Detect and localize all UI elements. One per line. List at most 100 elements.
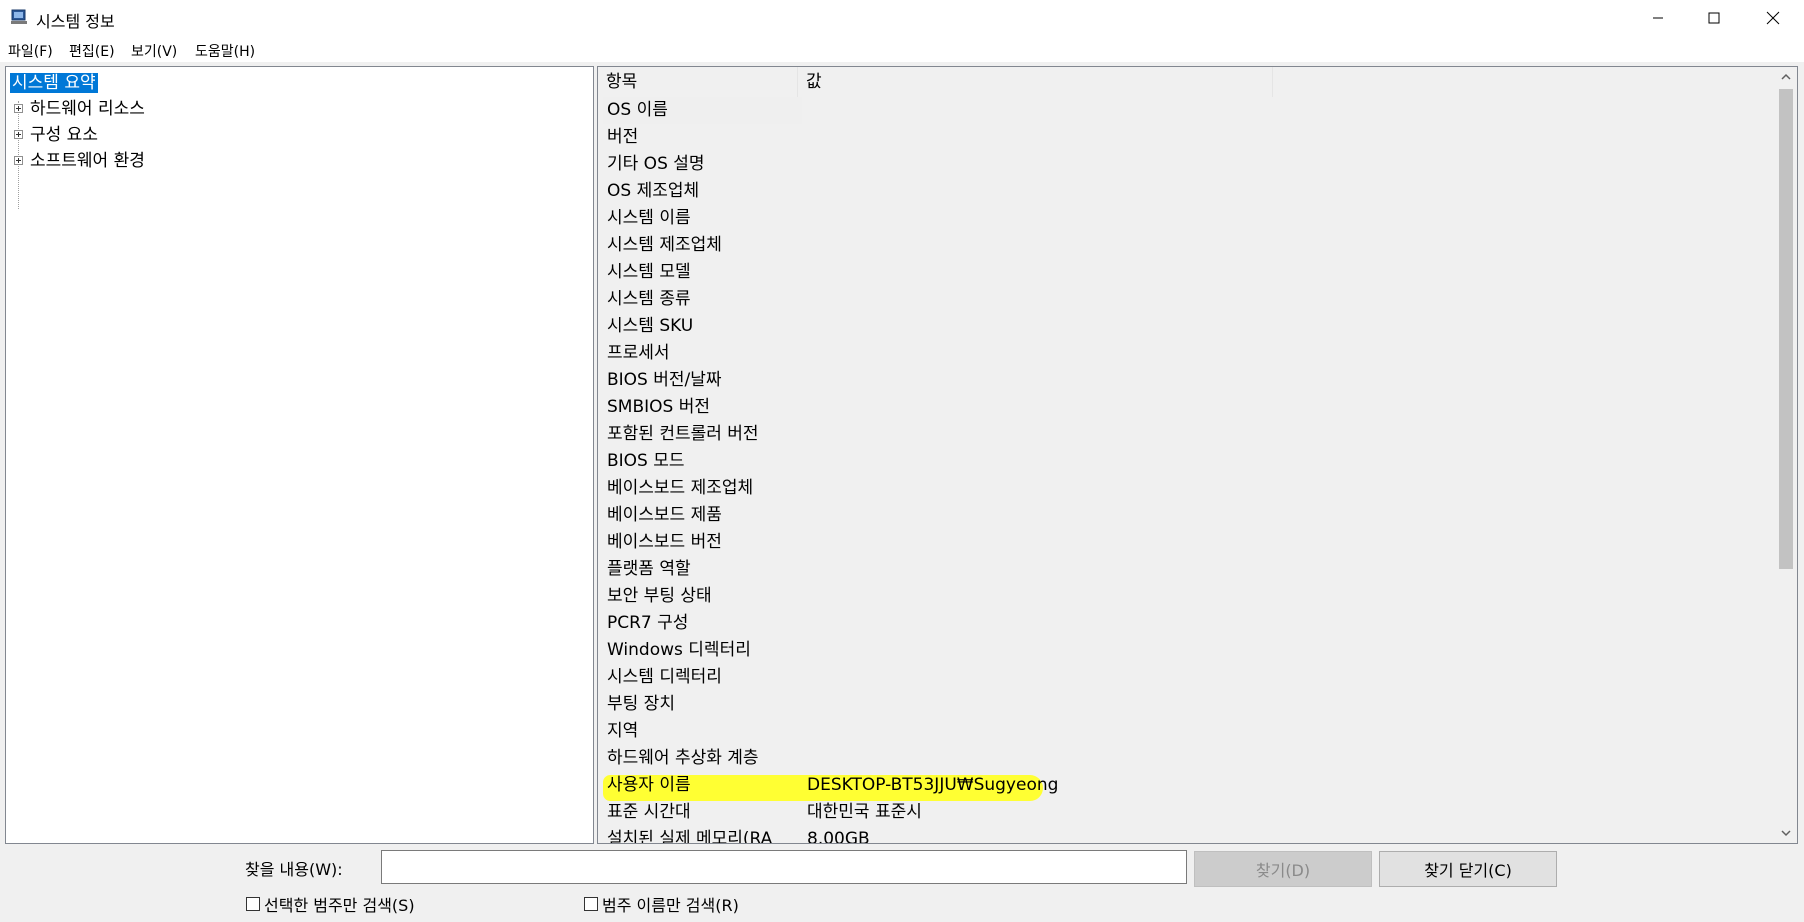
row-key: 베이스보드 제조업체	[607, 478, 754, 498]
checkbox-category-names-only[interactable]: 범주 이름만 검색(R)	[584, 892, 739, 916]
find-button[interactable]: 찾기(D)	[1194, 851, 1372, 887]
row-key: PCR7 구성	[607, 613, 689, 633]
row-key: 프로세서	[607, 343, 670, 363]
close-find-button[interactable]: 찾기 닫기(C)	[1379, 851, 1557, 887]
row-key: 시스템 이름	[607, 208, 691, 228]
row-value: DESKTOP-BT53JJU₩Sugyeong	[807, 775, 1059, 795]
tree-item-software-environment[interactable]: 소프트웨어 환경	[6, 149, 145, 173]
category-tree[interactable]: 시스템 요약 하드웨어 리소스 구성 요소 소프트웨어 환경	[5, 66, 594, 844]
menu-help[interactable]: 도움말(H)	[195, 41, 255, 61]
table-row[interactable]: 시스템 모델	[598, 259, 1776, 286]
column-header-item[interactable]: 항목	[598, 67, 798, 97]
table-row[interactable]: BIOS 버전/날짜	[598, 367, 1776, 394]
menu-edit[interactable]: 편집(E)	[69, 41, 115, 61]
row-key: 플랫폼 역할	[607, 559, 691, 579]
row-key: 사용자 이름	[607, 775, 691, 795]
find-bar: 찾을 내용(W): 찾기(D) 찾기 닫기(C) 선택한 범주만 검색(S) 범…	[0, 848, 1804, 922]
close-button[interactable]	[1744, 0, 1802, 36]
row-key: Windows 디렉터리	[607, 640, 751, 660]
table-row[interactable]: Windows 디렉터리	[598, 637, 1776, 664]
table-row[interactable]: 기타 OS 설명	[598, 151, 1776, 178]
table-row[interactable]: 플랫폼 역할	[598, 556, 1776, 583]
find-input[interactable]	[381, 850, 1187, 884]
row-value: 8.00GB	[807, 829, 870, 844]
table-row[interactable]: SMBIOS 버전	[598, 394, 1776, 421]
row-key: 포함된 컨트롤러 버전	[607, 424, 759, 444]
table-row[interactable]: 부팅 장치	[598, 691, 1776, 718]
menu-view[interactable]: 보기(V)	[131, 41, 177, 61]
tree-item-hardware-resources[interactable]: 하드웨어 리소스	[6, 97, 145, 121]
table-row[interactable]: 표준 시간대 대한민국 표준시	[598, 799, 1776, 826]
row-key: 시스템 SKU	[607, 316, 694, 336]
tree-item-components[interactable]: 구성 요소	[6, 123, 98, 147]
table-row[interactable]: 사용자 이름 DESKTOP-BT53JJU₩Sugyeong	[598, 772, 1776, 799]
table-row[interactable]: 시스템 이름	[598, 205, 1776, 232]
row-key: 시스템 모델	[607, 262, 691, 282]
vertical-scrollbar[interactable]	[1775, 67, 1797, 843]
table-row[interactable]: PCR7 구성	[598, 610, 1776, 637]
row-key: 베이스보드 버전	[607, 532, 722, 552]
row-key: 버전	[607, 127, 639, 147]
table-row[interactable]: 시스템 디렉터리	[598, 664, 1776, 691]
expand-icon[interactable]	[14, 130, 23, 139]
checkbox-label: 선택한 범주만 검색(S)	[264, 896, 415, 915]
row-key: 보안 부팅 상태	[607, 586, 712, 606]
row-key: 표준 시간대	[607, 802, 691, 822]
row-value: 대한민국 표준시	[807, 802, 922, 822]
row-key: OS 제조업체	[607, 181, 700, 201]
row-key: 시스템 제조업체	[607, 235, 722, 255]
row-key: SMBIOS 버전	[607, 397, 710, 417]
row-key: OS 이름	[603, 97, 802, 124]
column-header-value[interactable]: 값	[798, 67, 1273, 97]
menu-file[interactable]: 파일(F)	[8, 41, 53, 61]
tree-item-label: 소프트웨어 환경	[30, 151, 145, 171]
details-list[interactable]: 항목 값 OS 이름버전기타 OS 설명 OS 제조업체시스템 이름시스템 제조업…	[597, 66, 1798, 844]
row-key: 기타 OS 설명	[607, 154, 705, 174]
checkbox-box[interactable]	[584, 897, 598, 911]
scroll-up-arrow-icon[interactable]	[1780, 71, 1792, 83]
row-key: 지역	[607, 721, 639, 741]
expand-icon[interactable]	[14, 104, 23, 113]
row-key: BIOS 모드	[607, 451, 685, 471]
table-row[interactable]: 베이스보드 버전	[598, 529, 1776, 556]
tree-item-label: 하드웨어 리소스	[30, 99, 145, 119]
table-row[interactable]: 시스템 SKU	[598, 313, 1776, 340]
row-key: 베이스보드 제품	[607, 505, 722, 525]
tree-item-label: 시스템 요약	[10, 73, 98, 93]
checkbox-box[interactable]	[246, 897, 260, 911]
table-row[interactable]: BIOS 모드	[598, 448, 1776, 475]
table-row[interactable]: 포함된 컨트롤러 버전	[598, 421, 1776, 448]
tree-item-label: 구성 요소	[30, 125, 98, 145]
row-key: 하드웨어 추상화 계층	[607, 748, 759, 768]
row-key: 시스템 디렉터리	[607, 667, 722, 687]
title-bar: 시스템 정보	[0, 0, 1804, 36]
table-row[interactable]: 보안 부팅 상태	[598, 583, 1776, 610]
table-row[interactable]: 베이스보드 제품	[598, 502, 1776, 529]
table-row[interactable]: 버전	[598, 124, 1776, 151]
menu-bar: 파일(F) 편집(E) 보기(V) 도움말(H)	[0, 38, 1804, 62]
scrollbar-thumb[interactable]	[1779, 89, 1793, 569]
row-key: 설치된 실제 메모리(RA	[607, 829, 773, 844]
list-header: 항목 값	[598, 67, 1776, 97]
tree-item-system-summary[interactable]: 시스템 요약	[10, 71, 98, 95]
checkbox-label: 범주 이름만 검색(R)	[602, 896, 739, 915]
system-info-app-icon	[10, 9, 28, 25]
table-row[interactable]: OS 제조업체	[598, 178, 1776, 205]
table-row[interactable]: 시스템 제조업체	[598, 232, 1776, 259]
table-row[interactable]: OS 이름	[598, 97, 1776, 124]
table-row[interactable]: 지역	[598, 718, 1776, 745]
table-row[interactable]: 하드웨어 추상화 계층	[598, 745, 1776, 772]
row-key: BIOS 버전/날짜	[607, 370, 722, 390]
row-key: 시스템 종류	[607, 289, 691, 309]
scroll-down-arrow-icon[interactable]	[1780, 827, 1792, 839]
checkbox-selected-category-only[interactable]: 선택한 범주만 검색(S)	[246, 892, 415, 916]
find-label: 찾을 내용(W):	[245, 860, 343, 879]
maximize-button[interactable]	[1685, 0, 1743, 36]
expand-icon[interactable]	[14, 156, 23, 165]
table-row[interactable]: 시스템 종류	[598, 286, 1776, 313]
table-row[interactable]: 프로세서	[598, 340, 1776, 367]
table-row[interactable]: 설치된 실제 메모리(RA 8.00GB	[598, 826, 1776, 844]
row-key: 부팅 장치	[607, 694, 675, 714]
table-row[interactable]: 베이스보드 제조업체	[598, 475, 1776, 502]
minimize-button[interactable]	[1629, 0, 1687, 36]
